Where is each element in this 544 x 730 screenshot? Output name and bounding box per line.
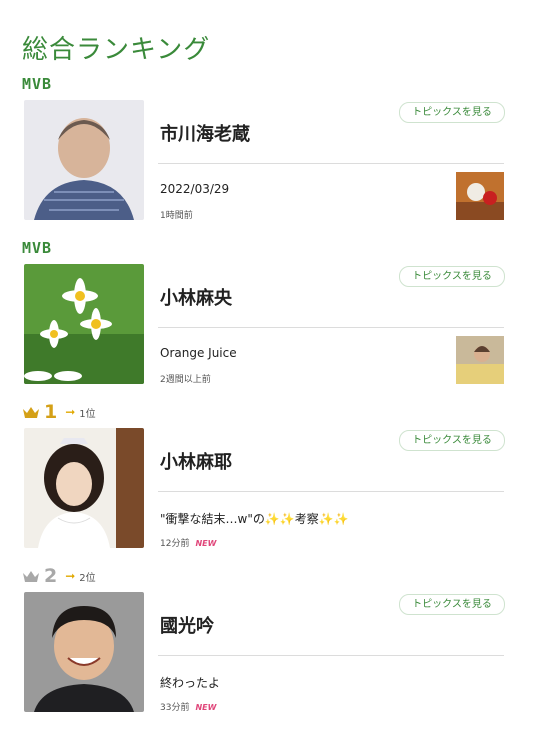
blogger-name[interactable]: 國光吟 bbox=[160, 612, 214, 638]
divider bbox=[158, 655, 504, 656]
profile-photo[interactable] bbox=[24, 592, 144, 712]
previous-rank: 1位 bbox=[79, 408, 96, 420]
post-thumbnail[interactable] bbox=[456, 336, 504, 384]
post-time-text: 2週間以上前 bbox=[160, 375, 211, 385]
post-title[interactable]: 終わったよ bbox=[160, 674, 220, 691]
profile-photo[interactable] bbox=[24, 100, 144, 220]
profile-photo[interactable] bbox=[24, 428, 144, 548]
post-time: 12分前 NEW bbox=[160, 536, 216, 549]
crown-icon bbox=[23, 571, 39, 582]
post-title[interactable]: Orange Juice bbox=[160, 346, 237, 360]
divider bbox=[158, 327, 504, 328]
rank-label: MVB bbox=[22, 238, 52, 258]
ranking-entry: MVB 市川海老蔵 トピックスを見る 2022/03/29 1時間前 bbox=[0, 74, 544, 238]
crown-icon bbox=[23, 407, 39, 418]
post-time: 33分前 NEW bbox=[160, 700, 216, 713]
arrow-right-icon: ➞ bbox=[65, 569, 76, 583]
post-time-text: 1時間前 bbox=[160, 211, 193, 221]
blogger-name[interactable]: 小林麻央 bbox=[160, 284, 232, 310]
previous-rank: 2位 bbox=[79, 572, 96, 584]
arrow-right-icon: ➞ bbox=[65, 405, 76, 419]
rank-number: 2 bbox=[44, 565, 58, 587]
post-time: 2週間以上前 bbox=[160, 372, 211, 385]
rank-label: MVB bbox=[22, 74, 52, 94]
post-time-text: 33分前 bbox=[160, 703, 190, 713]
post-thumbnail[interactable] bbox=[456, 172, 504, 220]
rank-label: 1 ➞ 1位 bbox=[22, 401, 96, 423]
blogger-name[interactable]: 市川海老蔵 bbox=[160, 120, 250, 146]
topics-button[interactable]: トピックスを見る bbox=[399, 266, 505, 287]
topics-button[interactable]: トピックスを見る bbox=[399, 102, 505, 123]
post-title[interactable]: 2022/03/29 bbox=[160, 182, 229, 196]
post-title[interactable]: "衝撃な結末…w"の✨✨考察✨✨ bbox=[160, 510, 349, 527]
new-badge: NEW bbox=[195, 703, 217, 712]
blogger-name[interactable]: 小林麻耶 bbox=[160, 448, 232, 474]
ranking-entry: 2 ➞ 2位 國光吟 トピックスを見る 終わったよ 33分前 NEW bbox=[0, 565, 544, 730]
new-badge: NEW bbox=[195, 539, 217, 548]
profile-photo[interactable] bbox=[24, 264, 144, 384]
ranking-entry: MVB 小林麻央 トピックスを見る Orange Juice 2週間以上前 bbox=[0, 238, 544, 402]
post-time: 1時間前 bbox=[160, 208, 193, 221]
page-title: 総合ランキング bbox=[22, 35, 211, 66]
post-time-text: 12分前 bbox=[160, 539, 190, 549]
topics-button[interactable]: トピックスを見る bbox=[399, 430, 505, 451]
mvb-badge: MVB bbox=[22, 239, 53, 257]
rank-label: 2 ➞ 2位 bbox=[22, 565, 96, 587]
rank-number: 1 bbox=[44, 401, 58, 423]
ranking-entry: 1 ➞ 1位 小林麻耶 トピックスを見る "衝撃な結末…w"の✨✨考察✨✨ 12… bbox=[0, 401, 544, 566]
mvb-badge: MVB bbox=[22, 75, 53, 93]
divider bbox=[158, 163, 504, 164]
divider bbox=[158, 491, 504, 492]
topics-button[interactable]: トピックスを見る bbox=[399, 594, 505, 615]
